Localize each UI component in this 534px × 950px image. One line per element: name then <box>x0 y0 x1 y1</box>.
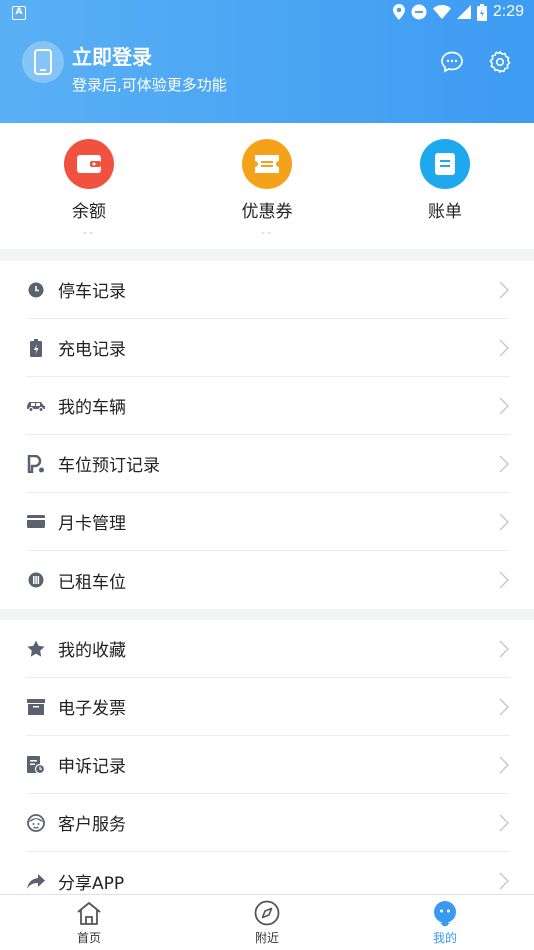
menu-label: 充电记录 <box>58 340 126 360</box>
menu-item-reservation-records[interactable]: 车位预订记录 <box>26 435 510 493</box>
card-icon <box>26 512 46 532</box>
bill-button[interactable]: 账单 <box>385 139 505 226</box>
chevron-right-icon <box>499 640 510 658</box>
compass-icon <box>207 899 327 927</box>
rented-icon <box>26 570 46 590</box>
menu-item-customer-service[interactable]: 客户服务 <box>26 794 510 852</box>
dnd-icon <box>411 4 427 20</box>
bill-icon <box>420 139 470 189</box>
menu-label: 我的车辆 <box>58 398 126 418</box>
tab-label: 附近 <box>254 931 279 945</box>
home-icon <box>29 899 149 927</box>
invoice-icon <box>26 697 46 717</box>
menu-item-favorites[interactable]: 我的收藏 <box>26 620 510 678</box>
wallet-icon <box>64 139 114 189</box>
phone-icon <box>34 49 52 75</box>
quick-actions: 余额 -- 优惠券 -- 账单 <box>0 123 534 249</box>
avatar[interactable] <box>22 41 64 83</box>
balance-button[interactable]: 余额 -- <box>29 139 149 239</box>
menu-item-rented-spaces[interactable]: 已租车位 <box>26 551 510 609</box>
menu-label: 客户服务 <box>58 815 126 835</box>
menu-item-my-vehicles[interactable]: 我的车辆 <box>26 377 510 435</box>
location-icon <box>392 4 405 20</box>
menu-label: 车位预订记录 <box>58 456 160 476</box>
settings-icon[interactable] <box>488 50 512 74</box>
login-subtitle: 登录后,可体验更多功能 <box>72 76 227 94</box>
tab-label: 首页 <box>76 931 101 945</box>
coupon-label: 优惠券 <box>241 202 293 222</box>
chevron-right-icon <box>499 397 510 415</box>
tab-label: 我的 <box>432 931 457 945</box>
chevron-right-icon <box>499 339 510 357</box>
login-title[interactable]: 立即登录 <box>72 41 152 70</box>
menu-label: 电子发票 <box>58 699 126 719</box>
share-icon <box>26 871 46 891</box>
profile-header: A 2:29 立即登录 登录后,可体验更多功能 <box>0 0 534 123</box>
balance-value: -- <box>83 226 95 239</box>
menu-item-e-invoice[interactable]: 电子发票 <box>26 678 510 736</box>
car-icon <box>26 396 46 416</box>
menu-label: 停车记录 <box>58 282 126 302</box>
balance-label: 余额 <box>72 202 106 222</box>
appeal-icon <box>26 755 46 775</box>
chevron-right-icon <box>499 756 510 774</box>
battery-status-icon <box>476 3 487 21</box>
chevron-right-icon <box>499 513 510 531</box>
profile-icon <box>385 899 505 927</box>
customer-service-icon <box>26 813 46 833</box>
bill-label: 账单 <box>428 202 462 222</box>
tab-nearby[interactable]: 附近 <box>207 895 327 950</box>
coupon-button[interactable]: 优惠券 -- <box>207 139 327 239</box>
menu-label: 已租车位 <box>58 572 126 593</box>
menu-label: 分享APP <box>58 873 125 894</box>
menu-item-appeal-records[interactable]: 申诉记录 <box>26 736 510 794</box>
chevron-right-icon <box>499 455 510 473</box>
chevron-right-icon <box>499 814 510 832</box>
menu-label: 申诉记录 <box>58 757 126 777</box>
message-icon[interactable] <box>440 50 464 74</box>
tab-mine[interactable]: 我的 <box>385 895 505 950</box>
wifi-icon <box>432 5 451 19</box>
menu-label: 我的收藏 <box>58 641 126 661</box>
status-bar: A 2:29 <box>0 0 534 28</box>
menu-group-vehicle: 停车记录 充电记录 我的车辆 车位预订记录 月卡管理 已租车位 <box>0 261 534 609</box>
chevron-right-icon <box>499 872 510 890</box>
signal-icon <box>456 5 471 19</box>
parking-icon <box>26 454 46 474</box>
menu-group-service: 我的收藏 电子发票 申诉记录 客户服务 分享APP <box>0 620 534 910</box>
star-icon <box>26 639 46 659</box>
bottom-tab-bar: 首页 附近 我的 <box>0 894 534 950</box>
clock-time: 2:29 <box>492 3 524 20</box>
chevron-right-icon <box>499 698 510 716</box>
coupon-icon <box>242 139 292 189</box>
coupon-value: -- <box>261 226 273 239</box>
battery-icon <box>26 338 46 358</box>
chevron-right-icon <box>499 571 510 589</box>
clock-icon <box>26 280 46 300</box>
menu-item-charging-records[interactable]: 充电记录 <box>26 319 510 377</box>
menu-item-monthly-card[interactable]: 月卡管理 <box>26 493 510 551</box>
tab-home[interactable]: 首页 <box>29 895 149 950</box>
menu-label: 月卡管理 <box>58 514 126 534</box>
app-notification-icon: A <box>12 6 26 20</box>
menu-item-parking-records[interactable]: 停车记录 <box>26 261 510 319</box>
status-icons: 2:29 <box>392 3 524 21</box>
chevron-right-icon <box>499 281 510 299</box>
